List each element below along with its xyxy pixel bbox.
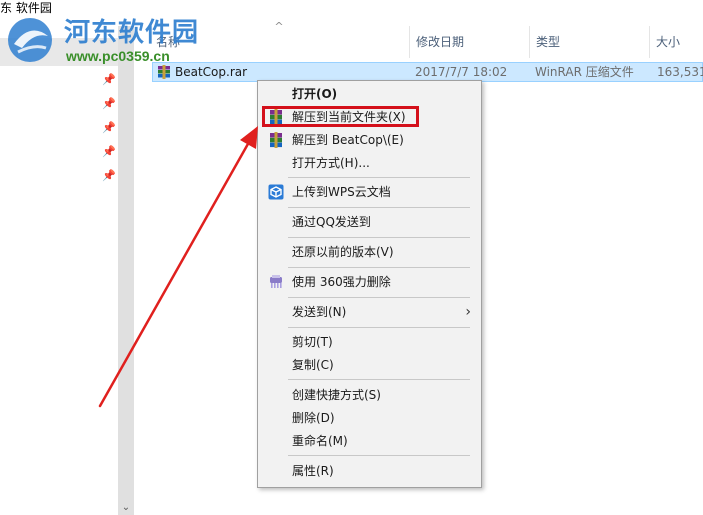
pin-icon: 📌 [102, 121, 116, 134]
menu-item-create-shortcut[interactable]: 创建快捷方式(S) [260, 384, 479, 406]
shredder-icon [270, 275, 282, 288]
watermark-logo-icon [8, 18, 52, 62]
menu-label: 复制(C) [292, 358, 334, 372]
menu-separator [288, 267, 470, 268]
menu-separator [288, 207, 470, 208]
column-header-type[interactable]: 类型 [530, 26, 650, 58]
menu-label: 重命名(M) [292, 434, 348, 448]
winrar-file-icon [158, 65, 170, 79]
menu-item-send-qq[interactable]: 通过QQ发送到 [260, 211, 479, 233]
menu-item-open-with[interactable]: 打开方式(H)... [260, 152, 479, 174]
column-header-date[interactable]: 修改日期 [410, 26, 530, 58]
pin-icon: 📌 [102, 169, 116, 182]
file-row-selected[interactable]: BeatCop.rar 2017/7/7 18:02 WinRAR 压缩文件 1… [152, 62, 703, 82]
menu-item-cut[interactable]: 剪切(T) [260, 331, 479, 353]
menu-label: 通过QQ发送到 [292, 215, 371, 229]
menu-separator [288, 327, 470, 328]
menu-label: 删除(D) [292, 411, 335, 425]
menu-label: 打开(O) [292, 87, 338, 101]
menu-label: 解压到当前文件夹(X) [292, 110, 406, 124]
file-size: 163,531 [657, 65, 703, 79]
file-name[interactable]: BeatCop.rar [175, 63, 247, 81]
menu-separator [288, 297, 470, 298]
watermark-url: www.pc0359.cn [66, 48, 170, 64]
file-type: WinRAR 压缩文件 [535, 65, 634, 79]
menu-label: 上传到WPS云文档 [292, 185, 391, 199]
menu-separator [288, 379, 470, 380]
menu-label: 创建快捷方式(S) [292, 388, 381, 402]
menu-item-rename[interactable]: 重命名(M) [260, 430, 479, 452]
navigation-pane[interactable] [0, 38, 118, 515]
menu-item-send-to[interactable]: 发送到(N) › [260, 301, 479, 323]
menu-separator [288, 177, 470, 178]
context-menu: 打开(O) 解压到当前文件夹(X) 解压到 BeatCop\(E) 打开方式(H… [257, 80, 482, 488]
menu-item-delete[interactable]: 删除(D) [260, 407, 479, 429]
scroll-down-icon[interactable]: ⌄ [118, 501, 134, 515]
chevron-right-icon: › [465, 304, 471, 320]
menu-label: 还原以前的版本(V) [292, 245, 394, 259]
winrar-icon [270, 132, 282, 148]
menu-item-open[interactable]: 打开(O) [260, 83, 479, 105]
winrar-icon [270, 109, 282, 125]
menu-item-upload-wps[interactable]: 上传到WPS云文档 [260, 181, 479, 203]
menu-item-extract-to[interactable]: 解压到 BeatCop\(E) [260, 129, 479, 151]
menu-label: 打开方式(H)... [292, 156, 370, 170]
menu-item-restore[interactable]: 还原以前的版本(V) [260, 241, 479, 263]
menu-item-copy[interactable]: 复制(C) [260, 354, 479, 376]
nav-scrollbar[interactable]: ⌄ [118, 26, 134, 515]
watermark-title: 河东软件园 [64, 18, 200, 48]
menu-label: 属性(R) [292, 464, 334, 478]
pin-icon: 📌 [102, 145, 116, 158]
column-header-size[interactable]: 大小 [650, 26, 703, 58]
menu-label: 解压到 BeatCop\(E) [292, 133, 404, 147]
menu-label: 剪切(T) [292, 335, 333, 349]
menu-separator [288, 455, 470, 456]
wps-cloud-icon [268, 184, 284, 200]
menu-item-extract-here[interactable]: 解压到当前文件夹(X) [260, 106, 479, 128]
menu-item-delete-360[interactable]: 使用 360强力删除 [260, 271, 479, 293]
menu-label: 使用 360强力删除 [292, 275, 391, 289]
pin-icon: 📌 [102, 97, 116, 110]
pin-icon: 📌 [102, 73, 116, 86]
menu-item-properties[interactable]: 属性(R) [260, 460, 479, 482]
file-date: 2017/7/7 18:02 [415, 65, 508, 79]
explorer-window: 东 软件园 📌 📌 📌 📌 📌 ⌄ ^ 名称 修改日期 类型 大小 BeatCo… [0, 0, 703, 515]
menu-label: 发送到(N) [292, 305, 347, 319]
menu-separator [288, 237, 470, 238]
